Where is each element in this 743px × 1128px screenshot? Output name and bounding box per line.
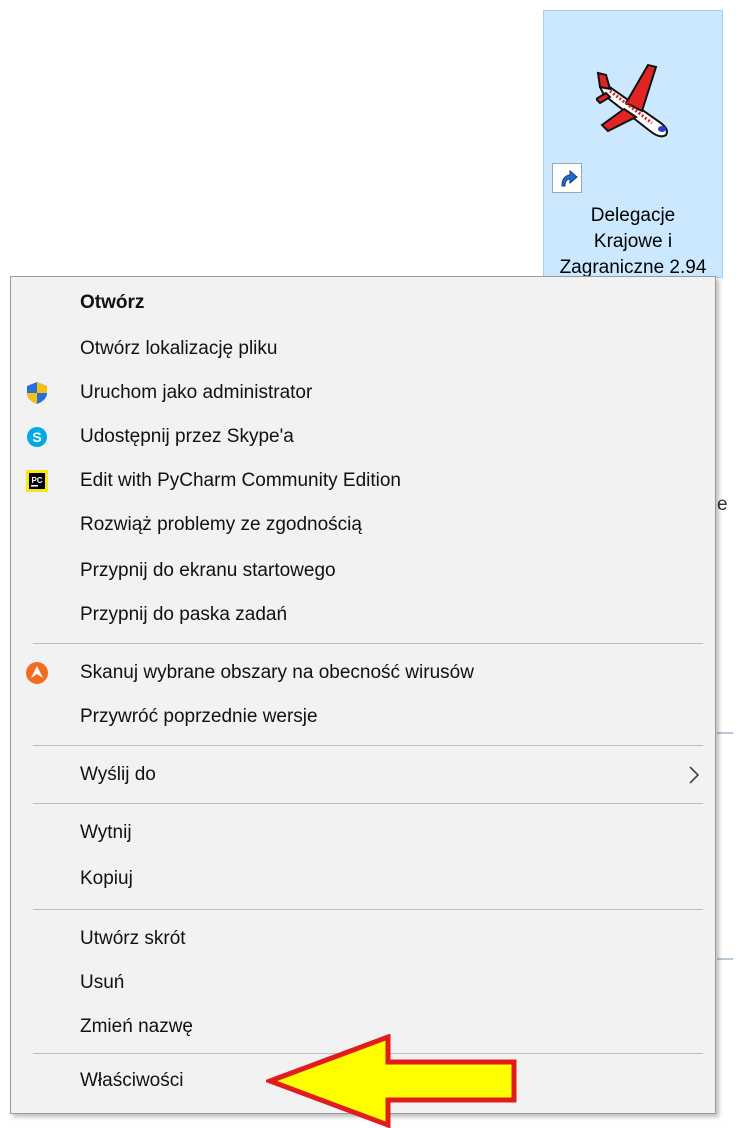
svg-text:PC: PC <box>31 476 42 485</box>
menu-item-label: Wyślij do <box>80 764 156 785</box>
menu-item-label: Wytnij <box>80 822 132 843</box>
context-menu: Otwórz Otwórz lokalizację pliku Uruchom … <box>10 276 716 1114</box>
menu-item-label: Przypnij do ekranu startowego <box>80 560 336 581</box>
menu-item-label: Rozwiąż problemy ze zgodnością <box>80 514 362 535</box>
menu-item-run-as-admin[interactable]: Uruchom jako administrator <box>11 371 715 415</box>
menu-item-label: Udostępnij przez Skype'a <box>80 426 294 447</box>
menu-separator <box>33 909 703 910</box>
uac-shield-icon <box>27 382 47 404</box>
menu-item-edit-pycharm[interactable]: PC Edit with PyCharm Community Edition <box>11 459 715 503</box>
menu-separator <box>33 643 703 644</box>
menu-item-copy[interactable]: Kopiuj <box>11 857 715 901</box>
skype-icon: S <box>27 427 47 447</box>
background-window-text: e <box>717 494 728 515</box>
pycharm-icon: PC <box>26 470 48 492</box>
menu-item-label: Uruchom jako administrator <box>80 382 313 403</box>
menu-item-label: Utwórz skrót <box>80 928 186 949</box>
desktop-icon-label: Delegacje Krajowe i Zagraniczne 2.94 <box>544 203 722 281</box>
menu-item-open-file-location[interactable]: Otwórz lokalizację pliku <box>11 327 715 371</box>
desktop-icon-label-line: Krajowe i <box>593 231 673 252</box>
menu-item-open[interactable]: Otwórz <box>11 281 715 325</box>
background-window-divider <box>717 732 733 734</box>
menu-item-pin-to-taskbar[interactable]: Przypnij do paska zadań <box>11 593 715 637</box>
menu-item-label: Przypnij do paska zadań <box>80 604 288 625</box>
menu-item-share-skype[interactable]: S Udostępnij przez Skype'a <box>11 415 715 459</box>
menu-item-label: Otwórz <box>80 292 145 313</box>
menu-item-label: Otwórz lokalizację pliku <box>80 338 278 359</box>
menu-item-label: Przywróć poprzednie wersje <box>80 706 318 727</box>
menu-item-send-to[interactable]: Wyślij do <box>11 753 715 797</box>
menu-item-label: Skanuj wybrane obszary na obecność wirus… <box>80 662 474 683</box>
menu-separator <box>33 803 703 804</box>
avast-icon <box>26 662 48 684</box>
menu-item-restore-previous-versions[interactable]: Przywróć poprzednie wersje <box>11 695 715 739</box>
desktop-shortcut-icon[interactable]: Delegacje Krajowe i Zagraniczne 2.94 <box>543 10 723 278</box>
airplane-icon <box>596 63 668 138</box>
menu-item-delete[interactable]: Usuń <box>11 961 715 1005</box>
annotation-arrow-icon <box>266 1034 517 1128</box>
menu-item-label: Zmień nazwę <box>80 1016 193 1037</box>
menu-item-label: Edit with PyCharm Community Edition <box>80 470 401 491</box>
menu-separator <box>33 745 703 746</box>
desktop-icon-label-line: Delegacje <box>590 205 676 226</box>
menu-item-scan-viruses[interactable]: Skanuj wybrane obszary na obecność wirus… <box>11 651 715 695</box>
background-window-divider <box>717 958 733 960</box>
menu-item-cut[interactable]: Wytnij <box>11 811 715 855</box>
menu-item-pin-to-start[interactable]: Przypnij do ekranu startowego <box>11 549 715 593</box>
menu-item-label: Usuń <box>80 972 125 993</box>
svg-text:S: S <box>32 429 41 445</box>
menu-item-label: Kopiuj <box>80 868 133 889</box>
chevron-right-icon <box>689 766 700 784</box>
menu-item-troubleshoot-compatibility[interactable]: Rozwiąż problemy ze zgodnością <box>11 503 715 547</box>
menu-item-create-shortcut[interactable]: Utwórz skrót <box>11 917 715 961</box>
menu-item-label: Właściwości <box>80 1070 184 1091</box>
shortcut-arrow-icon <box>552 163 582 193</box>
